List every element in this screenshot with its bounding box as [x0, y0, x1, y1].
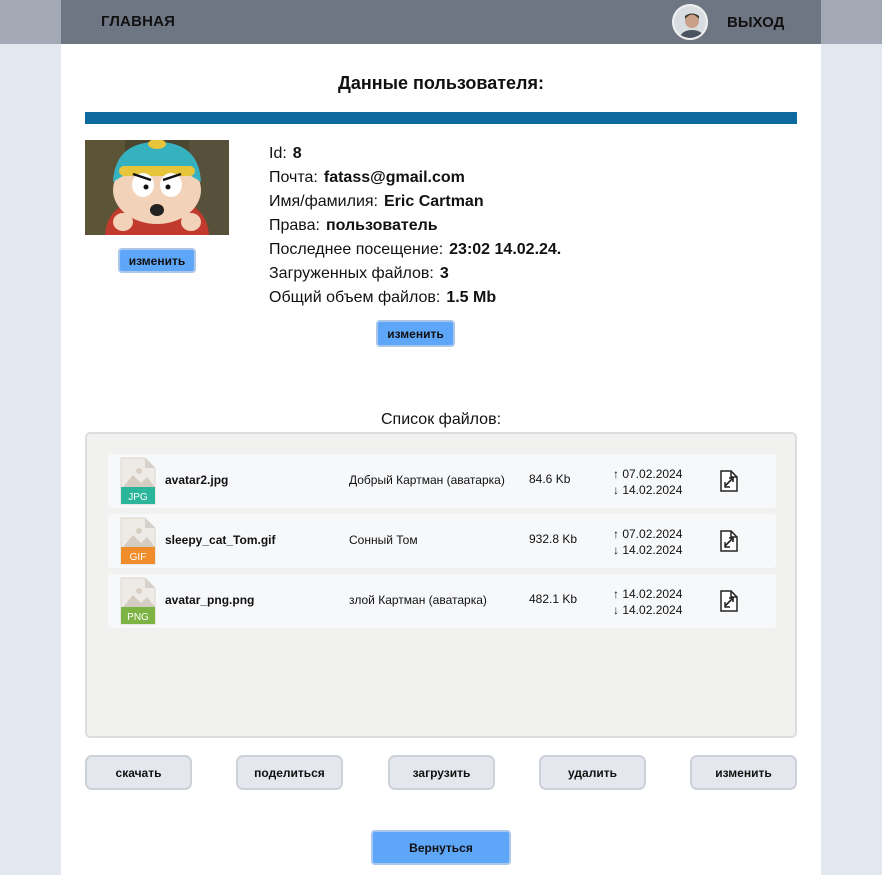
upload-date: ↑ 07.02.2024 — [613, 527, 683, 541]
profile-picture-image — [85, 140, 229, 235]
user-avatar-image — [674, 6, 706, 38]
file-link-icon[interactable] — [717, 589, 741, 613]
file-row[interactable]: PNG avatar_png.png злой Картман (аватарк… — [108, 574, 776, 628]
nav-home-link[interactable]: ГЛАВНАЯ — [101, 13, 175, 30]
profile-picture — [85, 140, 229, 235]
download-button[interactable]: скачать — [85, 755, 192, 790]
file-size: 84.6 Kb — [529, 472, 571, 486]
back-button[interactable]: Вернуться — [371, 830, 511, 865]
info-label: Последнее посещение: — [269, 241, 444, 258]
file-row[interactable]: JPG avatar2.jpg Добрый Картман (аватарка… — [108, 454, 776, 508]
download-date: ↓ 14.02.2024 — [613, 483, 683, 497]
header-nav: ГЛАВНАЯ ВЫХОД — [61, 0, 821, 44]
share-button[interactable]: поделиться — [236, 755, 343, 790]
info-label: Id: — [269, 145, 287, 162]
svg-text:GIF: GIF — [130, 552, 147, 563]
file-name: avatar2.jpg — [165, 473, 229, 487]
file-row[interactable]: GIF sleepy_cat_Tom.gif Сонный Том 932.8 … — [108, 514, 776, 568]
info-value: Eric Cartman — [384, 193, 484, 210]
file-dates: ↑ 07.02.2024 ↓ 14.02.2024 — [613, 466, 682, 498]
file-link-icon[interactable] — [717, 469, 741, 493]
jpg-file-icon: JPG — [120, 457, 156, 505]
info-label: Права: — [269, 217, 320, 234]
file-name: avatar_png.png — [165, 593, 255, 607]
user-info: Id: 8 Почта: fatass@gmail.com Имя/фамилия:… — [269, 142, 561, 310]
file-list: JPG avatar2.jpg Добрый Картман (аватарка… — [85, 432, 797, 738]
info-label: Общий объем файлов: — [269, 289, 441, 306]
upload-date: ↑ 14.02.2024 — [613, 587, 683, 601]
info-value: 1.5 Mb — [446, 289, 497, 306]
file-dates: ↑ 14.02.2024 ↓ 14.02.2024 — [613, 586, 682, 618]
top-bar: ГЛАВНАЯ ВЫХОД — [0, 0, 882, 44]
download-date: ↓ 14.02.2024 — [613, 603, 683, 617]
accent-divider — [85, 112, 797, 124]
info-label: Имя/фамилия: — [269, 193, 378, 210]
info-label: Загруженных файлов: — [269, 265, 434, 282]
main-panel: Данные пользователя: изменить Id: 8 Почт… — [61, 44, 821, 875]
info-row-total-size: Общий объем файлов: 1.5 Mb — [269, 286, 561, 310]
info-row-file-count: Загруженных файлов: 3 — [269, 262, 561, 286]
info-label: Почта: — [269, 169, 318, 186]
png-file-icon: PNG — [120, 577, 156, 625]
info-value: пользователь — [325, 217, 438, 234]
page-title: Данные пользователя: — [338, 73, 544, 93]
file-size: 932.8 Kb — [529, 532, 578, 546]
file-description: злой Картман (аватарка) — [349, 593, 487, 607]
svg-text:JPG: JPG — [128, 492, 148, 503]
upload-date: ↑ 07.02.2024 — [613, 467, 683, 481]
edit-file-button[interactable]: изменить — [690, 755, 797, 790]
info-row-id: Id: 8 — [269, 142, 561, 166]
info-value: 23:02 14.02.24. — [449, 241, 562, 258]
file-description: Сонный Том — [349, 533, 418, 547]
download-date: ↓ 14.02.2024 — [613, 543, 683, 557]
file-dates: ↑ 07.02.2024 ↓ 14.02.2024 — [613, 526, 682, 558]
upload-button[interactable]: загрузить — [388, 755, 495, 790]
edit-profile-button[interactable]: изменить — [376, 320, 455, 347]
info-value: 3 — [439, 265, 449, 282]
user-avatar[interactable] — [672, 4, 708, 40]
delete-button[interactable]: удалить — [539, 755, 646, 790]
info-row-last-visit: Последнее посещение: 23:02 14.02.24. — [269, 238, 561, 262]
info-value: fatass@gmail.com — [323, 169, 465, 186]
info-row-rights: Права: пользователь — [269, 214, 561, 238]
info-row-name: Имя/фамилия: Eric Cartman — [269, 190, 561, 214]
file-link-icon[interactable] — [717, 529, 741, 553]
file-description: Добрый Картман (аватарка) — [349, 473, 505, 487]
logout-link[interactable]: ВЫХОД — [727, 14, 784, 31]
gif-file-icon: GIF — [120, 517, 156, 565]
file-size: 482.1 Kb — [529, 592, 578, 606]
files-caption: Список файлов: — [380, 411, 502, 428]
change-avatar-button[interactable]: изменить — [118, 248, 196, 273]
file-name: sleepy_cat_Tom.gif — [165, 533, 276, 547]
svg-text:PNG: PNG — [127, 612, 149, 623]
info-row-email: Почта: fatass@gmail.com — [269, 166, 561, 190]
info-value: 8 — [292, 145, 302, 162]
